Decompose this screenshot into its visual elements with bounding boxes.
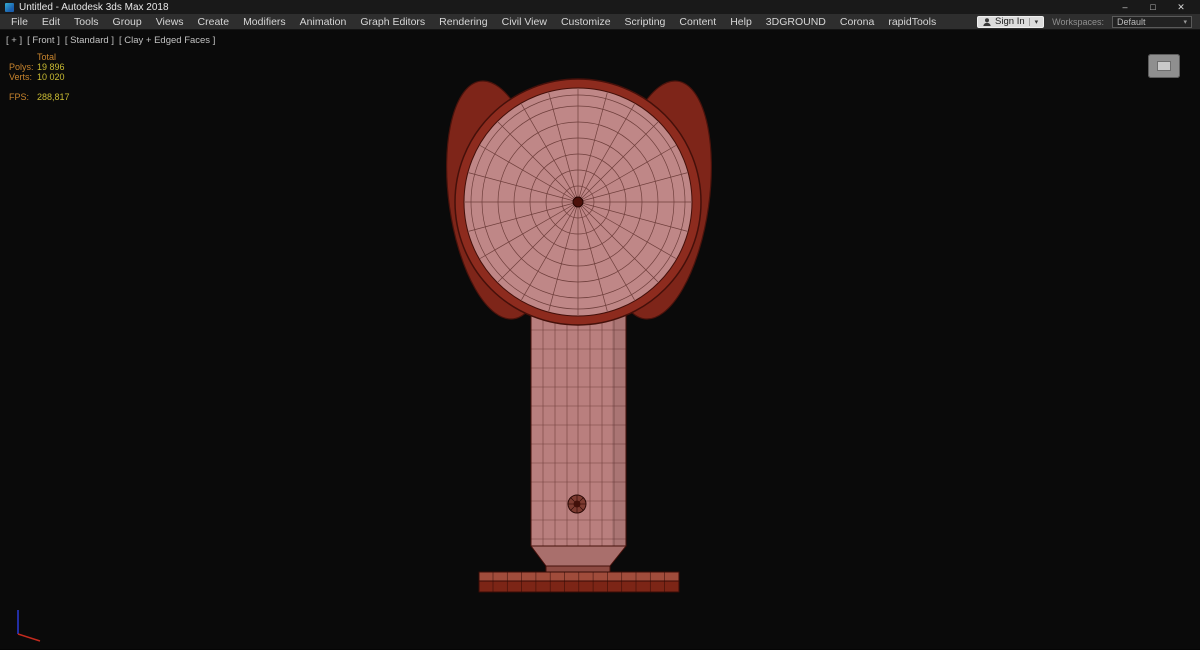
viewport-canvas[interactable] — [0, 30, 1200, 649]
menu-item-rapidtools[interactable]: rapidTools — [881, 16, 943, 28]
menu-item-corona[interactable]: Corona — [833, 16, 881, 28]
viewport-label-standard[interactable]: [ Standard ] — [65, 35, 114, 46]
menu-item-file[interactable]: File — [4, 16, 35, 28]
maximize-button[interactable]: □ — [1139, 0, 1167, 14]
model-neck — [530, 545, 627, 567]
model-microphone[interactable] — [433, 74, 725, 593]
sign-in-label: Sign In — [995, 16, 1025, 27]
menu-item-tools[interactable]: Tools — [67, 16, 106, 28]
menu-item-group[interactable]: Group — [106, 16, 149, 28]
menu-item-modifiers[interactable]: Modifiers — [236, 16, 293, 28]
viewport-label-clay-edged-faces[interactable]: [ Clay + Edged Faces ] — [119, 35, 215, 46]
menu-bar-items: File Edit Tools Group Views Create Modifiers An… — [4, 16, 943, 28]
model-head-center — [572, 196, 584, 208]
stats-polys-row: Polys: 19 896 — [9, 62, 70, 72]
close-button[interactable]: ✕ — [1167, 0, 1195, 14]
menu-item-graph-editors[interactable]: Graph Editors — [353, 16, 432, 28]
stats-verts-row: Verts: 10 020 — [9, 72, 70, 82]
viewport-statistics: Total Polys: 19 896 Verts: 10 020 FPS: 2… — [9, 52, 70, 102]
chevron-down-icon: ▾ — [1028, 17, 1038, 26]
person-icon — [983, 17, 991, 26]
viewport-label-front[interactable]: [ Front ] — [27, 35, 60, 46]
menu-item-animation[interactable]: Animation — [293, 16, 354, 28]
viewcube[interactable] — [1148, 54, 1180, 78]
viewcube-face — [1157, 61, 1171, 71]
menu-item-edit[interactable]: Edit — [35, 16, 67, 28]
sign-in-button[interactable]: Sign In ▾ — [977, 15, 1045, 28]
app-icon — [5, 2, 14, 12]
menu-item-create[interactable]: Create — [191, 16, 237, 28]
fps-value: 288,817 — [37, 92, 70, 102]
chevron-down-icon: ▾ — [1183, 18, 1187, 26]
verts-label: Verts: — [9, 72, 33, 82]
stats-total-header: Total — [37, 52, 57, 62]
menu-item-scripting[interactable]: Scripting — [618, 16, 673, 28]
menu-item-views[interactable]: Views — [149, 16, 191, 28]
workspaces-value: Default — [1117, 16, 1146, 27]
window-title: Untitled - Autodesk 3ds Max 2018 — [19, 1, 169, 13]
polys-value: 19 896 — [37, 62, 65, 72]
viewport-label-bar: [ + ] [ Front ] [ Standard ] [ Clay + Edged… — [6, 35, 215, 46]
verts-value: 10 020 — [37, 72, 65, 82]
workspaces-label: Workspaces: — [1052, 16, 1104, 27]
viewport-front[interactable]: [ + ] [ Front ] [ Standard ] [ Clay + Edged… — [0, 30, 1200, 649]
menu-bar: File Edit Tools Group Views Create Modifiers An… — [0, 14, 1200, 30]
menu-bar-right: Sign In ▾ Workspaces: Default ▾ — [977, 15, 1200, 28]
menu-item-customize[interactable]: Customize — [554, 16, 618, 28]
menu-item-rendering[interactable]: Rendering — [432, 16, 494, 28]
axis-gizmo — [17, 610, 41, 642]
title-bar: Untitled - Autodesk 3ds Max 2018 – □ ✕ — [0, 0, 1200, 14]
menu-item-help[interactable]: Help — [723, 16, 759, 28]
window-controls: – □ ✕ — [1111, 0, 1195, 14]
minimize-button[interactable]: – — [1111, 0, 1139, 14]
stats-fps-row: FPS: 288,817 — [9, 92, 70, 102]
menu-item-3dground[interactable]: 3DGROUND — [759, 16, 833, 28]
viewport-label-[interactable]: [ + ] — [6, 35, 22, 46]
fps-label: FPS: — [9, 92, 30, 102]
polys-label: Polys: — [9, 62, 34, 72]
menu-item-content[interactable]: Content — [672, 16, 723, 28]
workspaces-dropdown[interactable]: Default ▾ — [1112, 15, 1192, 28]
menu-item-civil-view[interactable]: Civil View — [495, 16, 554, 28]
